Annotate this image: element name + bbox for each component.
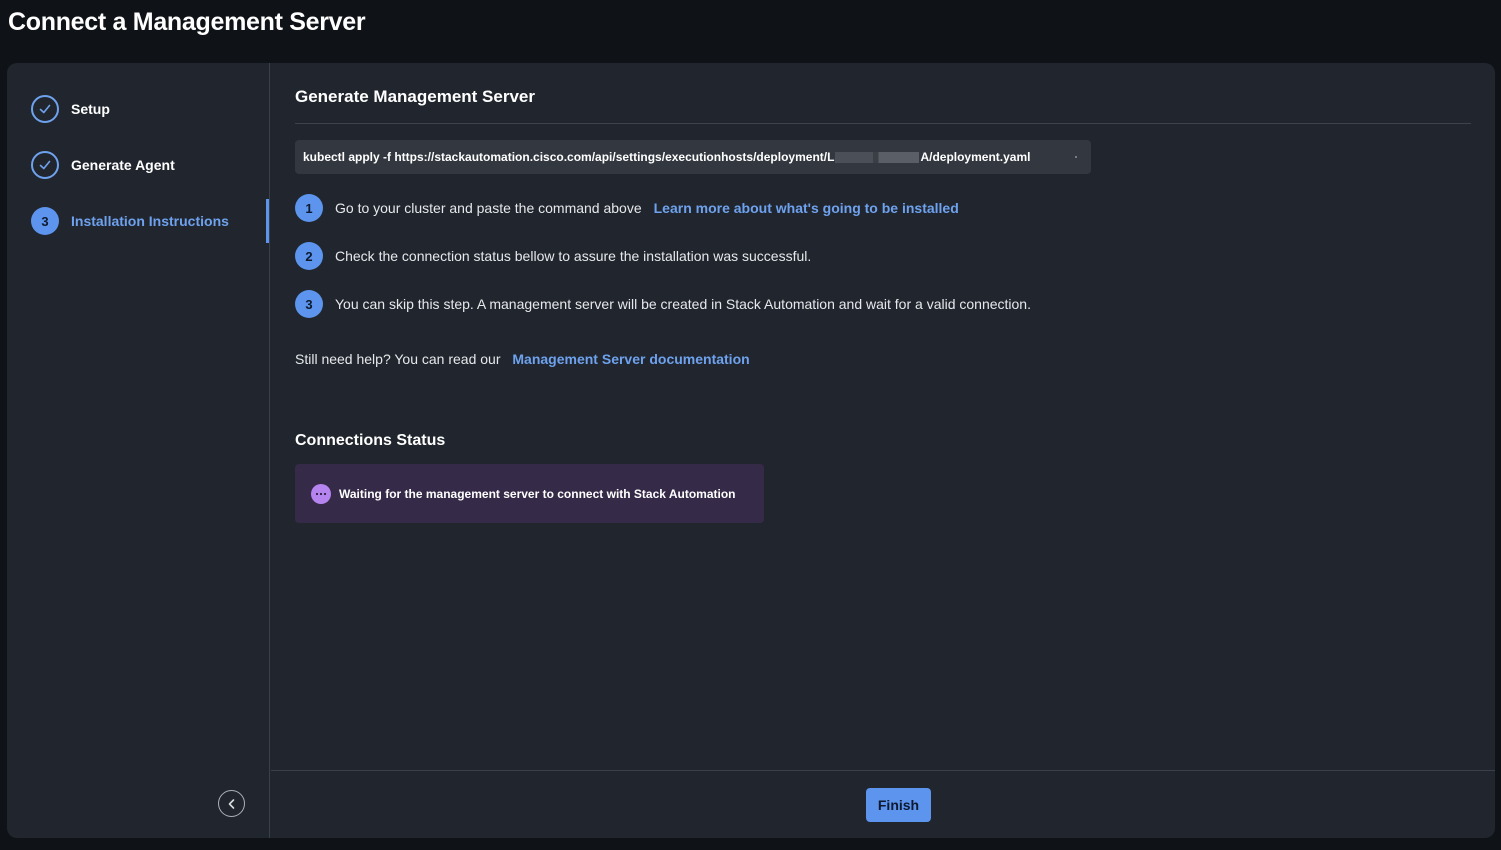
- check-icon: [31, 151, 59, 179]
- connection-status-text: Waiting for the management server to con…: [339, 486, 736, 501]
- step-label: Installation Instructions: [71, 213, 229, 229]
- chevron-left-icon: [228, 798, 234, 809]
- command-text-suffix: A/deployment.yaml: [920, 150, 1031, 164]
- step-generate-agent[interactable]: Generate Agent: [31, 151, 270, 179]
- footer-divider: [271, 770, 1495, 771]
- instruction-text: You can skip this step. A management ser…: [335, 296, 1031, 312]
- learn-more-link[interactable]: Learn more about what's going to be inst…: [654, 200, 959, 216]
- copy-icon[interactable]: [1075, 156, 1077, 158]
- finish-button[interactable]: Finish: [866, 788, 931, 822]
- documentation-link[interactable]: Management Server documentation: [512, 351, 749, 367]
- main-panel: Generate Management Server kubectl apply…: [271, 63, 1495, 838]
- wizard-card: Setup Generate Agent 3 Installation Inst…: [7, 63, 1495, 838]
- page-title: Connect a Management Server: [8, 8, 366, 36]
- instruction-number: 1: [295, 194, 323, 222]
- waiting-icon: [311, 483, 331, 504]
- step-label: Setup: [71, 101, 110, 117]
- instruction-number: 3: [295, 290, 323, 318]
- instruction-item: 3 You can skip this step. A management s…: [295, 290, 1031, 318]
- help-text-row: Still need help? You can read our Manage…: [295, 351, 750, 367]
- section-title: Generate Management Server: [295, 87, 535, 106]
- step-number-badge: 3: [31, 207, 59, 235]
- instruction-item: 1 Go to your cluster and paste the comma…: [295, 194, 959, 222]
- step-setup[interactable]: Setup: [31, 95, 270, 123]
- command-text-prefix: kubectl apply -f https://stackautomation…: [303, 150, 835, 164]
- connections-status-title: Connections Status: [295, 432, 446, 449]
- step-label: Generate Agent: [71, 157, 175, 173]
- instruction-text: Check the connection status bellow to as…: [335, 248, 812, 264]
- instruction-item: 2 Check the connection status bellow to …: [295, 242, 811, 270]
- wizard-sidebar: Setup Generate Agent 3 Installation Inst…: [7, 63, 270, 838]
- instruction-text: Go to your cluster and paste the command…: [335, 200, 642, 216]
- instruction-number: 2: [295, 242, 323, 270]
- redacted-segment: [835, 151, 920, 163]
- command-box[interactable]: kubectl apply -f https://stackautomation…: [295, 140, 1091, 174]
- connection-status-banner: Waiting for the management server to con…: [295, 464, 764, 523]
- divider: [295, 123, 1471, 124]
- check-icon: [31, 95, 59, 123]
- collapse-sidebar-button[interactable]: [218, 790, 245, 817]
- help-text: Still need help? You can read our: [295, 351, 501, 367]
- active-step-indicator: [266, 199, 269, 243]
- step-installation-instructions[interactable]: 3 Installation Instructions: [31, 207, 270, 235]
